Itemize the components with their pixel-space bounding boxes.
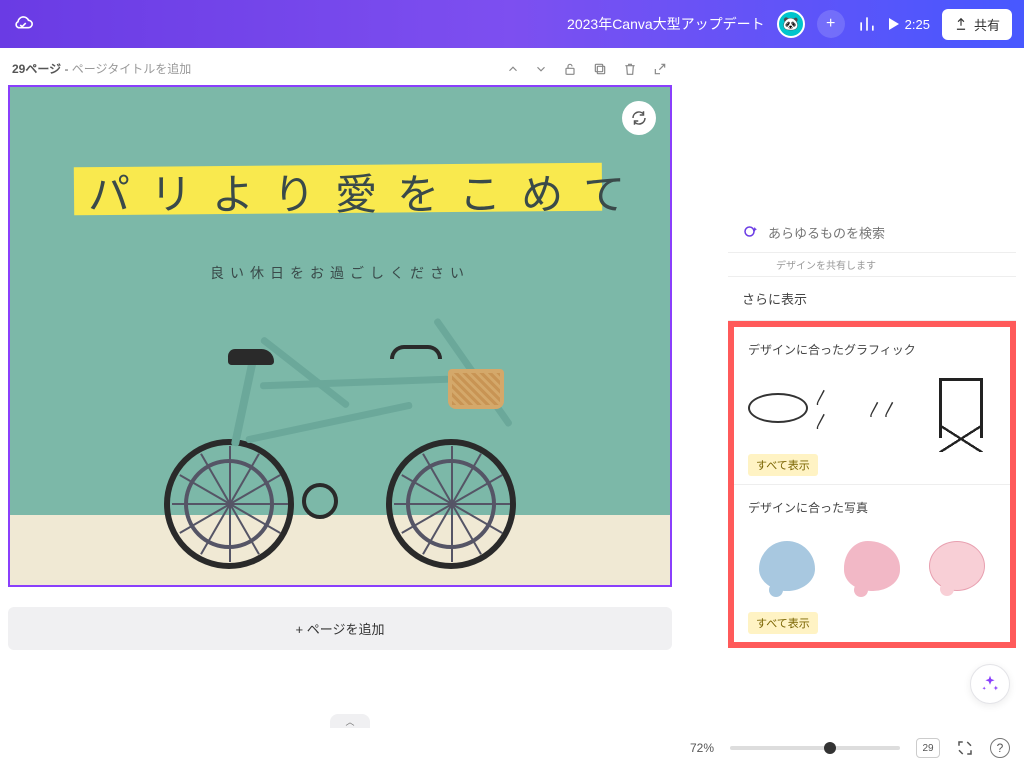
show-all-photos-button[interactable]: すべて表示 <box>748 612 818 634</box>
share-design-hint[interactable]: デザインを共有します <box>728 253 1016 277</box>
highlighted-suggestions-box: デザインに合ったグラフィック 〳〳 〳〳 すべて表示 デザインに合った写真 <box>728 321 1016 648</box>
analytics-icon[interactable] <box>857 14 877 34</box>
external-icon[interactable] <box>652 61 668 77</box>
top-bar: 2023年Canva大型アップデート 🐼 + 2:25 共有 <box>0 0 1024 48</box>
canvas-title-text[interactable]: パリより愛をこめて <box>88 161 645 222</box>
show-all-graphics-button[interactable]: すべて表示 <box>748 454 818 476</box>
document-title[interactable]: 2023年Canva大型アップデート <box>567 14 765 34</box>
zoom-slider[interactable] <box>730 746 900 750</box>
show-more-link[interactable]: さらに表示 <box>728 277 1016 321</box>
help-icon[interactable]: ? <box>990 738 1010 758</box>
photo-thumb-1[interactable] <box>748 541 825 591</box>
bicycle-graphic[interactable] <box>160 309 520 569</box>
graphic-thumb-bookmark[interactable] <box>926 378 997 438</box>
graphic-thumb-speech-bubble[interactable]: 〳〳 <box>748 384 839 432</box>
magic-search-icon <box>742 224 760 242</box>
zoom-handle[interactable] <box>824 742 836 754</box>
fullscreen-icon[interactable] <box>956 739 974 757</box>
canvas-column: 29ページ - ページタイトルを追加 パリより愛をこめて 良い休日をお過ごしくだ… <box>0 48 680 728</box>
cloud-sync-icon[interactable] <box>12 13 34 35</box>
design-canvas[interactable]: パリより愛をこめて 良い休日をお過ごしください <box>8 85 672 587</box>
present-button[interactable]: 2:25 <box>889 17 930 32</box>
user-avatar[interactable]: 🐼 <box>777 10 805 38</box>
page-up-button[interactable] <box>506 61 520 77</box>
magic-fab-button[interactable] <box>970 664 1010 704</box>
search-input[interactable] <box>768 226 1002 241</box>
refresh-button[interactable] <box>622 101 656 135</box>
suggestions-panel: デザインを共有します さらに表示 デザインに合ったグラフィック 〳〳 〳〳 すべ… <box>720 214 1024 648</box>
photo-thumb-3[interactable] <box>919 541 996 591</box>
graphic-thumb-marks[interactable]: 〳〳 <box>847 396 918 420</box>
trash-icon[interactable] <box>622 61 638 77</box>
photos-section-title: デザインに合った写真 <box>748 499 996 516</box>
search-row[interactable] <box>728 214 1016 253</box>
page-label[interactable]: 29ページ - ページタイトルを追加 <box>12 60 191 77</box>
page-count-badge[interactable]: 29 <box>916 738 940 758</box>
photo-thumb-2[interactable] <box>833 541 910 591</box>
play-icon <box>889 18 899 30</box>
zoom-level-label[interactable]: 72% <box>690 741 714 755</box>
collapse-tab[interactable]: ︿ <box>330 714 370 728</box>
canvas-subtitle-text[interactable]: 良い休日をお過ごしください <box>10 263 670 283</box>
graphics-section-title: デザインに合ったグラフィック <box>748 341 996 358</box>
add-page-button[interactable]: + ページを追加 <box>8 607 672 650</box>
page-down-button[interactable] <box>534 61 548 77</box>
lock-icon[interactable] <box>562 61 578 77</box>
add-collaborator-button[interactable]: + <box>817 10 845 38</box>
duration-label: 2:25 <box>905 17 930 32</box>
share-button[interactable]: 共有 <box>942 9 1012 40</box>
bottom-bar: 72% 29 ? <box>0 728 1024 768</box>
duplicate-icon[interactable] <box>592 61 608 77</box>
